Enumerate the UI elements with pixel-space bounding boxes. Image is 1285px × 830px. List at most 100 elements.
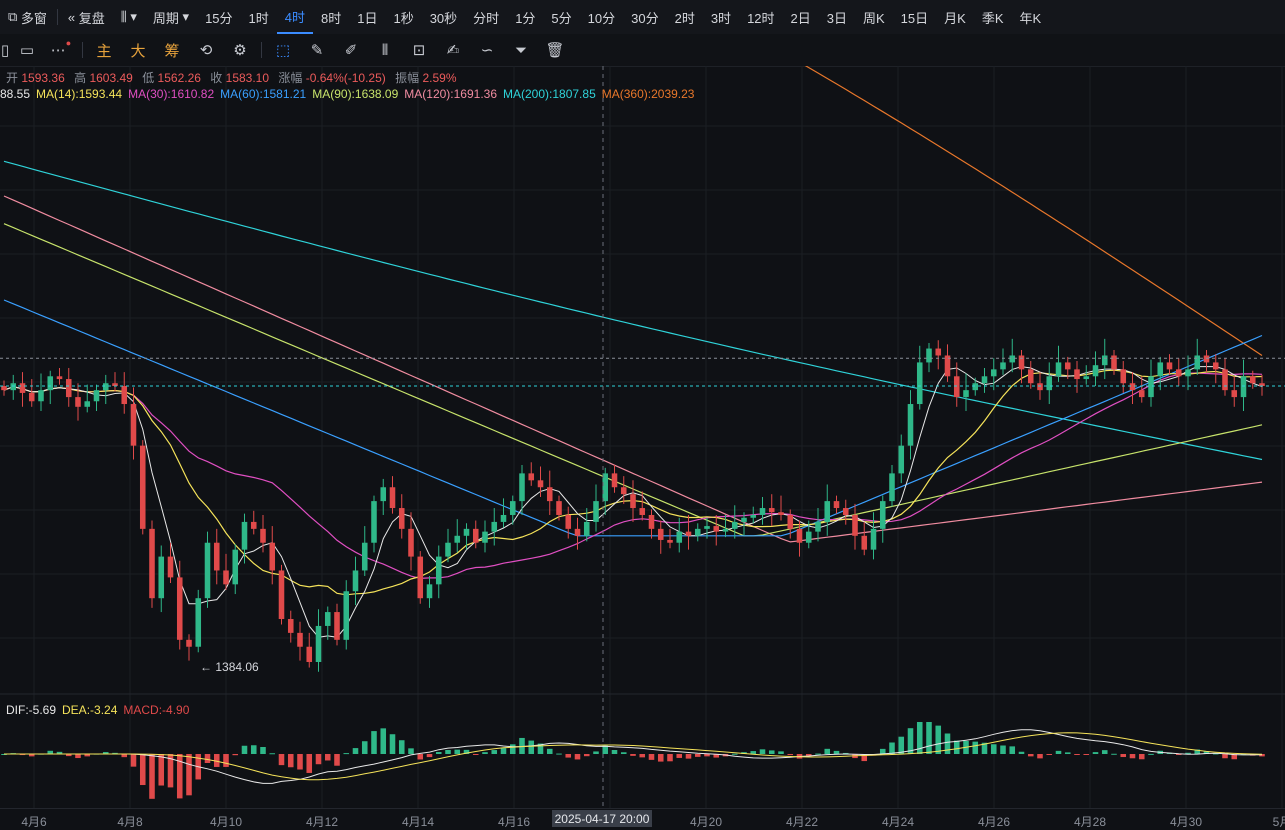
macd-histogram-bar	[139, 754, 146, 786]
interval-tab[interactable]: 1日	[349, 0, 385, 34]
candle-body	[879, 501, 886, 529]
candle-body	[426, 584, 433, 599]
interval-tab[interactable]: 分时	[465, 0, 507, 34]
interval-tab[interactable]: 5分	[543, 0, 579, 34]
interval-tab[interactable]: 2时	[667, 0, 703, 34]
candle-body	[852, 514, 858, 536]
macd-histogram-bar	[574, 754, 581, 760]
interval-tab[interactable]: 4时	[276, 0, 313, 34]
note-icon[interactable]: ✍	[436, 34, 470, 66]
interval-tab[interactable]: 1分	[507, 0, 543, 34]
candle-body	[833, 501, 840, 509]
magnet-icon[interactable]: ∽	[470, 34, 504, 66]
macd-histogram-bar	[815, 753, 821, 755]
lock-icon[interactable]: ⊡	[402, 34, 436, 66]
macd-histogram-bar	[926, 722, 932, 754]
x-tick-label: 4月22	[785, 815, 819, 829]
interval-tab[interactable]: 2日	[783, 0, 819, 34]
macd-histogram-bar	[528, 740, 535, 754]
compare-icon[interactable]: ⟲	[189, 34, 223, 66]
x-tick-label: 4月12	[305, 815, 339, 829]
candles-icon[interactable]: ⫴	[368, 34, 402, 66]
candle-body	[408, 528, 414, 557]
interval-tab[interactable]: 月K	[936, 0, 974, 34]
candle-body	[158, 556, 165, 599]
filter-icon[interactable]: ⏷	[504, 34, 538, 66]
candle-body	[149, 528, 155, 599]
candle-body	[93, 390, 100, 402]
candle-body	[380, 487, 387, 502]
x-tick-label: 4月14	[401, 815, 435, 829]
ruler-icon[interactable]: ✎	[300, 34, 334, 66]
rectangle-icon[interactable]: ▭	[10, 34, 44, 66]
candle-body	[445, 542, 451, 557]
interval-tab[interactable]: 30秒	[422, 0, 465, 34]
candlestick-icon: ⫼ ▾	[120, 9, 137, 24]
cursor-icon[interactable]: ⬚	[266, 34, 300, 66]
interval-tab[interactable]: 季K	[974, 0, 1012, 34]
interval-tab[interactable]: 15日	[893, 0, 936, 34]
candle-body	[10, 383, 17, 391]
macd-histogram-bar	[1120, 754, 1127, 758]
macd-histogram-bar	[556, 753, 562, 755]
x-tick-label: 5月	[1272, 815, 1285, 829]
interval-tab[interactable]: 1秒	[385, 0, 421, 34]
candle-body	[139, 445, 146, 529]
replay-button[interactable]: « 复盘	[60, 0, 113, 34]
divider	[56, 9, 58, 25]
panel-icon: ▯	[0, 42, 10, 59]
multi-window-button[interactable]: ⧉ 多窗	[0, 0, 55, 34]
interval-tab[interactable]: 30分	[623, 0, 666, 34]
big-order-button[interactable]: 大	[121, 34, 155, 66]
candle-body	[195, 598, 202, 647]
macd-histogram-bar	[898, 736, 905, 754]
interval-tab[interactable]: 1时	[241, 0, 277, 34]
macd-histogram-bar	[454, 749, 461, 754]
interval-tab[interactable]: 周K	[855, 0, 893, 34]
candle-body	[611, 473, 618, 488]
candle-body	[454, 535, 461, 543]
interval-tab[interactable]: 3时	[703, 0, 739, 34]
ma-legend-item: 88.55	[0, 87, 31, 101]
interval-tab[interactable]: 3日	[819, 0, 855, 34]
interval-list: 15分 1时 4时 8时 1日 1秒 30秒 分时 1分 5分 10分 30分 2时 3时 12时 2日 3日周…	[197, 0, 1049, 34]
interval-tab[interactable]: 15分	[197, 0, 240, 34]
candle-body	[824, 501, 831, 522]
chart-area[interactable]	[0, 66, 1285, 808]
candle-body	[805, 531, 812, 543]
pencil-icon[interactable]: ✐	[334, 34, 368, 66]
chip-distribution-button[interactable]: 筹	[155, 34, 189, 66]
candle-body	[963, 390, 969, 398]
more-icon[interactable]: ⋯ ●	[44, 34, 78, 66]
candle-body	[870, 528, 877, 550]
macd-histogram-bar	[398, 740, 405, 754]
candle-body	[916, 362, 923, 405]
high-value: 1603.49	[89, 71, 133, 85]
macd-histogram-bar	[352, 748, 359, 754]
interval-tab[interactable]: 8时	[313, 0, 349, 34]
drawing-settings-icon[interactable]: ⚙	[223, 34, 257, 66]
divider	[82, 42, 83, 58]
macd-histogram-bar	[1101, 750, 1108, 754]
interval-tab[interactable]: 10分	[580, 0, 623, 34]
multi-window-label: 多窗	[20, 10, 47, 26]
candle-body	[241, 521, 248, 550]
ma-legend-item: MA(360):2039.23	[601, 87, 695, 101]
candle-body	[1046, 376, 1053, 391]
interval-tab[interactable]: 年K	[1011, 0, 1049, 34]
candle-body	[1018, 355, 1025, 370]
candle-body	[694, 528, 701, 536]
trash-icon[interactable]: 🗑	[538, 34, 572, 66]
ma360-line	[804, 66, 1263, 357]
candle-body	[1037, 383, 1043, 391]
macd-histogram-bar	[593, 751, 599, 754]
main-indicator-button[interactable]: 主	[87, 34, 121, 66]
candle-body	[1194, 355, 1201, 370]
chart-type-button[interactable]: ⫼ ▾	[113, 0, 145, 34]
candle-body	[537, 480, 544, 488]
interval-tab[interactable]: 12时	[739, 0, 782, 34]
period-dropdown[interactable]: 周期 ▾	[145, 0, 197, 34]
candle-body	[232, 549, 239, 585]
candle-body	[583, 521, 590, 536]
candle-body	[1231, 390, 1238, 398]
